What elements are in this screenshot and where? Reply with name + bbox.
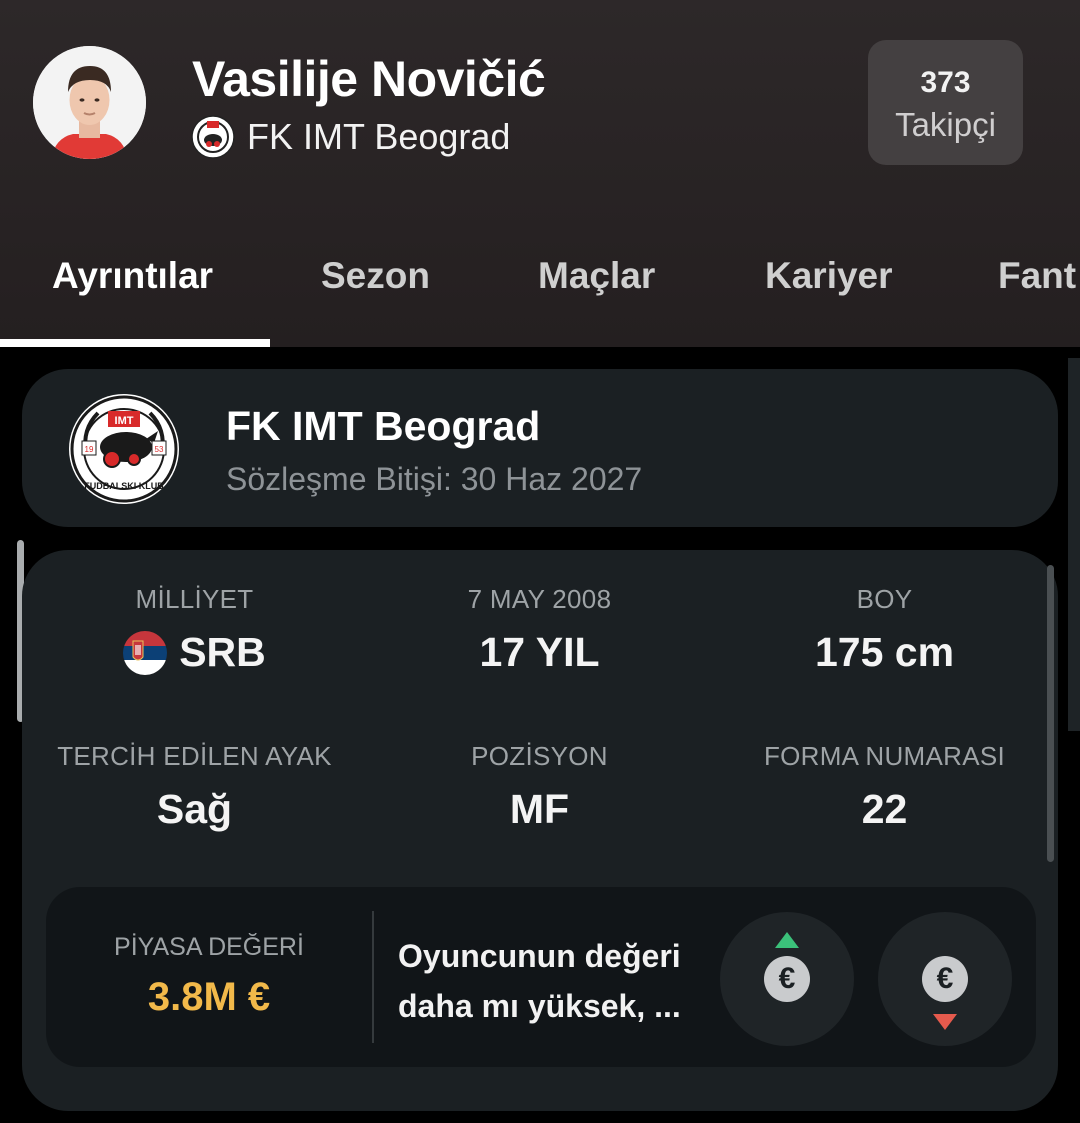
arrow-down-icon (933, 1014, 957, 1030)
euro-icon: € (922, 956, 968, 1002)
vote-lower-button[interactable]: € (878, 912, 1012, 1046)
birth-date-label: 7 MAY 2008 (467, 584, 612, 614)
club-card[interactable]: IMT 19 53 FUDBALSKI KLUB FK IMT Beograd … (22, 369, 1058, 527)
crest-bottom-text: FUDBALSKI KLUB (84, 481, 164, 491)
position-value: MF (509, 786, 570, 832)
player-avatar (33, 46, 146, 159)
active-tab-indicator (0, 339, 270, 347)
nationality-label: MİLLİYET (135, 584, 254, 614)
club-logo-icon (191, 115, 235, 159)
position-label: POZİSYON (471, 741, 608, 771)
value-poll-question: Oyuncunun değeri daha mı yüksek, ... (398, 931, 718, 1031)
tab-details[interactable]: Ayrıntılar (52, 255, 213, 297)
market-value-box: PİYASA DEĞERİ 3.8M € Oyuncunun değeri da… (46, 887, 1036, 1067)
divider (372, 911, 374, 1043)
club-crest-icon: IMT 19 53 FUDBALSKI KLUB (69, 394, 179, 504)
follower-count: 373 (920, 66, 971, 99)
shirt-number-label: FORMA NUMARASI (763, 741, 1006, 771)
height-label: BOY (856, 584, 913, 614)
player-photo (33, 46, 146, 159)
market-value-label: PİYASA DEĞERİ (114, 933, 304, 961)
club-name: FK IMT Beograd (226, 403, 541, 449)
serbia-flag-icon (123, 630, 168, 675)
team-link[interactable]: FK IMT Beograd (191, 114, 510, 160)
follow-button[interactable]: 373 Takipçi (868, 40, 1023, 165)
tab-season[interactable]: Sezon (321, 255, 430, 297)
crest-top-text: IMT (115, 415, 134, 427)
nationality-cell: MİLLİYET SRB (22, 584, 367, 676)
tab-bar: Ayrıntılar Sezon Maçlar Kariyer Fant (0, 255, 1080, 347)
team-name: FK IMT Beograd (247, 116, 511, 157)
tab-matches[interactable]: Maçlar (538, 255, 655, 297)
nationality-value-row: SRB (22, 629, 367, 676)
nationality-value: SRB (179, 629, 266, 675)
position-cell: POZİSYON MF (367, 741, 712, 833)
age-cell: 7 MAY 2008 17 YIL (367, 584, 712, 676)
player-details-card: MİLLİYET SRB 7 MAY 2008 17 YIL BOY 175 c… (22, 550, 1058, 1111)
tab-fantasy[interactable]: Fant (998, 255, 1076, 297)
shirt-number-cell: FORMA NUMARASI 22 (712, 741, 1057, 833)
inner-scroll-thumb[interactable] (1047, 565, 1054, 862)
height-cell: BOY 175 cm (712, 584, 1057, 676)
profile-header: Vasilije Novičić FK IMT Beograd 373 Taki… (0, 0, 1080, 347)
poll-question-line-2: daha mı yüksek, ... (398, 988, 681, 1024)
tab-career[interactable]: Kariyer (765, 255, 893, 297)
shirt-number-value: 22 (861, 786, 908, 832)
euro-icon: € (764, 956, 810, 1002)
foot-label: TERCİH EDİLEN AYAK (57, 741, 332, 771)
contract-expiry: Sözleşme Bitişi: 30 Haz 2027 (226, 461, 643, 497)
foot-cell: TERCİH EDİLEN AYAK Sağ (22, 741, 367, 833)
crest-year-right: 53 (155, 445, 164, 454)
foot-value: Sağ (156, 786, 233, 832)
crest-year-left: 19 (85, 445, 94, 454)
age-value: 17 YIL (479, 629, 600, 675)
poll-question-line-1: Oyuncunun değeri (398, 938, 681, 974)
arrow-up-icon (775, 932, 799, 948)
height-value: 175 cm (814, 629, 955, 675)
follower-label: Takipçi (895, 106, 996, 143)
player-name: Vasilije Novičić (192, 51, 546, 107)
scrollbar-track[interactable] (1068, 358, 1080, 731)
market-value: 3.8M € (147, 975, 271, 1019)
vote-higher-button[interactable]: € (720, 912, 854, 1046)
